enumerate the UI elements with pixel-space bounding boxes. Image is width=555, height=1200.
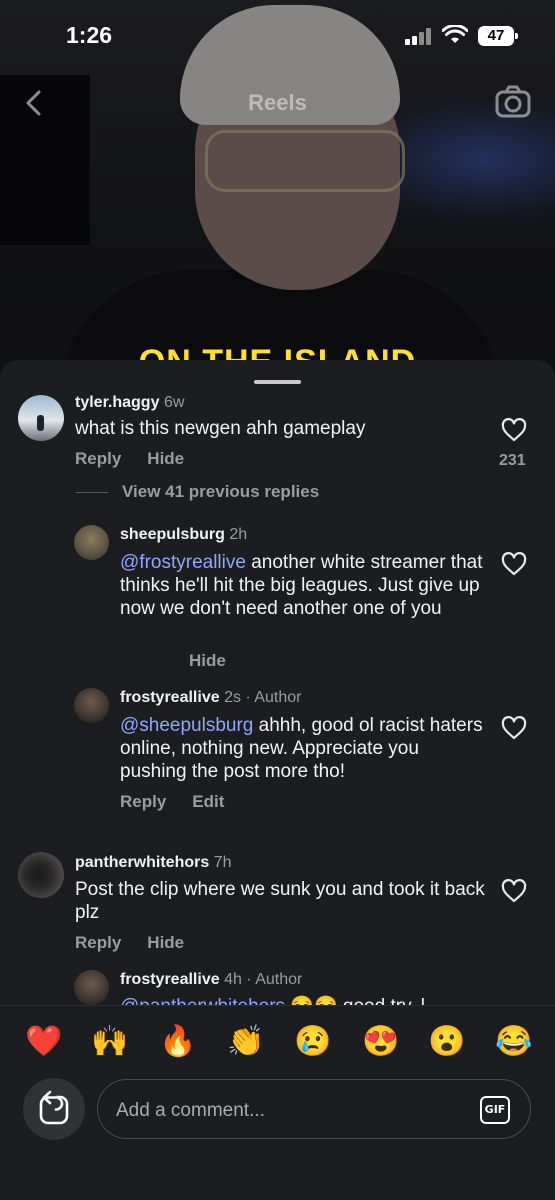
comment-text: @frostyreallive another white streamer t… [120, 552, 483, 619]
reply-item: sheepulsburg 2h @frostyreallive another … [0, 525, 555, 675]
emoji-clap-button[interactable]: 👏 [227, 1024, 264, 1060]
reply-button[interactable]: Reply [120, 792, 166, 811]
reply-item: frostyreallive 4h · Author @pantherwhite… [0, 968, 555, 1008]
avatar[interactable] [74, 970, 109, 1005]
emoji-laughing-button[interactable]: 😂 [495, 1024, 532, 1060]
emoji-heart-button[interactable]: ❤️ [25, 1024, 62, 1060]
avatar[interactable] [18, 395, 64, 441]
comment-text: @sheepulsburg ahhh, good ol racist hater… [120, 715, 483, 782]
sheet-grabber[interactable] [254, 380, 301, 384]
comment-input-placeholder: Add a comment... [116, 1100, 265, 1121]
camera-icon[interactable] [495, 85, 531, 119]
gif-icon[interactable]: GIF [480, 1096, 510, 1124]
edit-button[interactable]: Edit [192, 792, 224, 811]
emoji-surprised-button[interactable]: 😮 [428, 1024, 465, 1060]
comment-actions: Reply Hide [75, 933, 210, 953]
comment-item: tyler.haggy 6w what is this newgen ahh g… [0, 390, 555, 480]
comment-item: pantherwhitehors 7h Post the clip where … [0, 850, 555, 953]
page-title: Reels [248, 90, 307, 115]
hide-button[interactable]: Hide [147, 933, 184, 952]
heart-outline-icon[interactable] [501, 418, 527, 442]
comment-username[interactable]: sheepulsburg 2h [120, 526, 247, 544]
comment-actions: Hide [189, 651, 252, 671]
emoji-heart-eyes-button[interactable]: 😍 [362, 1024, 399, 1060]
avatar[interactable] [18, 852, 64, 898]
view-previous-replies-link[interactable]: View 41 previous replies [76, 482, 319, 502]
emoji-fire-button[interactable]: 🔥 [159, 1024, 196, 1060]
comment-username[interactable]: tyler.haggy 6w [75, 394, 184, 412]
like-count: 231 [499, 452, 526, 469]
comment-text: what is this newgen ahh gameplay [75, 418, 366, 439]
battery-indicator: 47 [478, 26, 518, 46]
hide-button[interactable]: Hide [147, 449, 184, 468]
avatar[interactable] [74, 525, 109, 560]
hide-button[interactable]: Hide [189, 651, 226, 670]
comment-text: Post the clip where we sunk you and took… [75, 879, 485, 923]
emoji-raised-hands-button[interactable]: 🙌 [91, 1024, 128, 1060]
reply-arrow-icon[interactable] [23, 1078, 85, 1140]
heart-outline-icon[interactable] [501, 716, 527, 740]
mention-link[interactable]: @frostyreallive [120, 552, 246, 573]
comment-actions: Reply Edit [120, 792, 250, 812]
comment-username[interactable]: frostyreallive 2s · Author [120, 689, 301, 707]
reply-item: frostyreallive 2s · Author @sheepulsburg… [0, 688, 555, 818]
emoji-crying-button[interactable]: 😢 [294, 1024, 331, 1060]
avatar[interactable] [74, 688, 109, 723]
cellular-signal-icon [405, 27, 435, 45]
comment-username[interactable]: frostyreallive 4h · Author [120, 971, 302, 989]
heart-outline-icon[interactable] [501, 552, 527, 576]
heart-outline-icon[interactable] [501, 879, 527, 903]
comment-actions: Reply Hide [75, 449, 210, 469]
comment-username[interactable]: pantherwhitehors 7h [75, 854, 231, 872]
wifi-icon [442, 25, 468, 43]
status-time: 1:26 [66, 22, 113, 48]
reply-button[interactable]: Reply [75, 449, 121, 468]
mention-link[interactable]: @sheepulsburg [120, 715, 253, 736]
status-bar: 1:26 47 [0, 0, 555, 70]
quick-emoji-bar: ❤️ 🙌 🔥 👏 😢 😍 😮 😂 [0, 1024, 555, 1064]
reply-button[interactable]: Reply [75, 933, 121, 952]
comment-input[interactable]: Add a comment... GIF [97, 1079, 531, 1139]
comment-composer-area: ❤️ 🙌 🔥 👏 😢 😍 😮 😂 Add a comment... GIF [0, 1005, 555, 1200]
